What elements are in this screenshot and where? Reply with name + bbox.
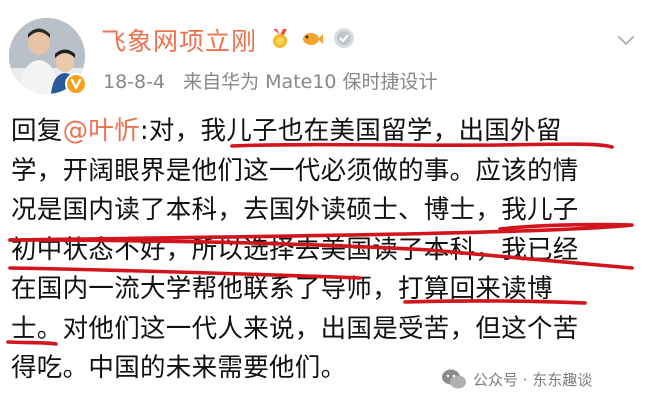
user-badges (268, 26, 356, 50)
post-date[interactable]: 18-8-4 (103, 71, 165, 93)
level-badge-icon (334, 28, 354, 48)
text-line: 况是国内读了本科，去国外读硕士、博士，我儿子 (11, 195, 579, 225)
line-text: :对，我儿子也在美国留学，出国外留 (140, 116, 562, 146)
text-line: 学，开阔眼界是他们这一代必须做的事。应该的情 (11, 155, 579, 186)
text-line: 在国内一流大学帮他联系了导师，打算回来读博 (11, 274, 553, 304)
watermark-text: 公众号 · 东东趣谈 (473, 370, 593, 389)
fish-icon (303, 33, 323, 45)
mention-link[interactable]: @叶忻 (63, 116, 140, 146)
text-line: 初中状态不好，所以选择去美国读了本科，我已经 (11, 234, 579, 265)
post-meta: 18-8-4 来自华为 Mate10 保时捷设计 (103, 67, 450, 94)
reply-prefix: 回复 (11, 116, 63, 146)
username[interactable]: 飞象网项立刚 (101, 22, 257, 58)
medal-icon (273, 29, 287, 48)
verified-badge-icon (65, 73, 87, 95)
post-body: 回复@叶忻:对，我儿子也在美国留学，出国外留 学，开阔眼界是他们这一代必须做的事… (11, 112, 641, 389)
post-header: 飞象网项立刚 18-8-4 来自华为 Mate10 保时捷设计 (0, 0, 647, 100)
wechat-icon (442, 369, 466, 389)
watermark: 公众号 · 东东趣谈 (441, 364, 592, 394)
text-line: 回复@叶忻:对，我儿子也在美国留学，出国外留 (11, 112, 641, 152)
post-source: 来自华为 Mate10 保时捷设计 (183, 71, 438, 93)
chevron-down-icon[interactable] (614, 28, 638, 52)
text-line: 士。对他们这一代人来说，出国是受苦，但这个苦 (11, 313, 579, 344)
